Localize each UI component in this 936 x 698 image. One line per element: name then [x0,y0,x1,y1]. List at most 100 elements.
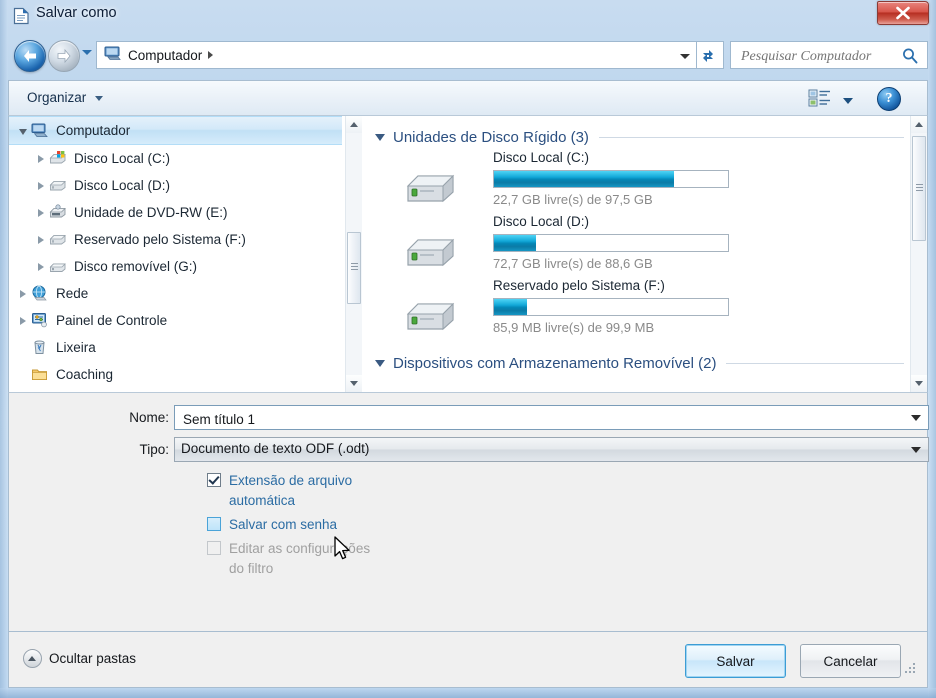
expand-arrow-icon[interactable] [33,178,49,193]
group-header[interactable]: Unidades de Disco Rígido (3) [375,124,912,150]
tree-scroll-up-button[interactable] [346,116,362,133]
drive-usage-fill [494,299,527,315]
address-bar[interactable]: Computador [96,41,696,69]
breadcrumb-computador[interactable]: Computador [126,48,204,63]
group-header[interactable]: Dispositivos com Armazenamento Removível… [375,350,912,376]
drive-usage-fill [494,171,675,187]
expand-arrow-icon[interactable] [33,205,49,220]
file-name-combo[interactable] [174,405,929,430]
expand-arrow-icon[interactable] [33,232,49,247]
chevron-up-icon [915,122,923,127]
file-browser: Computador Disco Local (C:) Disco Local (D… [8,116,928,392]
drive-icon [406,174,455,203]
tree-scroll-down-button[interactable] [346,375,362,392]
content-scroll-down-button[interactable] [911,375,927,392]
content-scrollbar-thumb[interactable] [912,136,926,241]
drive-item[interactable]: Disco Local (D:) 72,7 GB livre(s) de 88,6… [401,214,912,278]
sidebar-item-rede[interactable]: Rede [9,280,342,307]
view-mode-button[interactable] [808,88,853,113]
dvd-drive-icon [49,203,69,222]
sidebar-item-disco-remov-vel-g[interactable]: Disco removível (G:) [9,253,342,280]
sidebar-item-computador[interactable]: Computador [9,116,342,145]
option-row[interactable]: Extensão de arquivo automática [207,471,457,511]
group-title: Dispositivos com Armazenamento Removível… [393,354,717,372]
collapse-arrow-icon[interactable] [375,359,385,367]
expand-arrow-icon[interactable] [15,313,31,328]
checkbox-icon[interactable] [207,473,221,487]
sidebar-item-unidade-de-dvd-rw-e[interactable]: Unidade de DVD-RW (E:) [9,199,342,226]
expand-arrow-icon[interactable] [15,286,31,301]
drive-icon [405,230,457,270]
drive-name: Disco Local (D:) [493,214,590,229]
option-row[interactable]: Salvar com senha [207,515,457,535]
breadcrumb-separator-icon [208,51,214,59]
hide-folders-button[interactable]: Ocultar pastas [23,649,136,668]
drive-usage-text: 22,7 GB livre(s) de 97,5 GB [493,192,653,207]
dvd-drive-icon [49,203,66,217]
tree-scrollbar[interactable] [345,116,362,392]
sidebar-item-label: Painel de Controle [56,313,168,328]
drive-name: Disco Local (C:) [493,150,590,165]
chevron-down-icon [95,95,104,101]
computer-icon [31,122,51,140]
file-name-input[interactable] [181,409,885,429]
recycle-bin-icon [31,339,51,357]
sidebar-item-label: Disco Local (C:) [74,151,171,166]
collapse-arrow-icon[interactable] [15,123,31,138]
tree-scrollbar-thumb[interactable] [347,232,361,304]
help-button[interactable]: ? [877,87,901,111]
chevron-down-icon [680,54,690,59]
save-button[interactable]: Salvar [685,644,786,678]
collapse-arrow-icon[interactable] [375,133,385,141]
resize-grip[interactable] [905,663,917,675]
content-scroll-up-button[interactable] [911,116,927,133]
refresh-button[interactable] [696,41,724,69]
drive-usage-bar [493,234,729,252]
option-label: Extensão de arquivo automática [229,473,353,508]
close-button[interactable] [877,1,929,25]
view-mode-icon [808,88,832,113]
checkbox-icon[interactable] [207,517,221,531]
search-box[interactable] [730,41,928,69]
dialog-footer: Ocultar pastas Salvar Cancelar [8,632,928,688]
chevron-up-circle-icon [23,649,42,668]
drive-item[interactable]: Disco Local (C:) 22,7 GB livre(s) de 97,5… [401,150,912,214]
toolbar: Organizar ? [8,80,928,116]
checkbox-icon [207,541,221,555]
file-type-combo[interactable]: Documento de texto ODF (.odt) [174,437,929,462]
drive-icon [406,302,455,331]
sidebar-item-painel-de-controle[interactable]: Painel de Controle [9,307,342,334]
cancel-button[interactable]: Cancelar [800,644,901,678]
sidebar-item-coaching[interactable]: Coaching [9,361,342,388]
history-dropdown-button[interactable] [82,50,92,55]
window-edge-right [928,0,936,698]
search-input[interactable] [739,46,898,67]
sidebar-item-lixeira[interactable]: Lixeira [9,334,342,361]
file-name-dropdown-button[interactable] [904,406,928,429]
expand-arrow-icon[interactable] [33,151,49,166]
forward-button[interactable] [48,40,80,72]
group-title: Unidades de Disco Rígido (3) [393,128,589,146]
window-edge-left [0,0,8,698]
save-form: Nome: Tipo: Documento de texto ODF (.odt… [8,392,929,632]
drive-icon [49,231,69,249]
title-bar: Salvar como [0,0,936,30]
sidebar-item-disco-local-c[interactable]: Disco Local (C:) [9,145,342,172]
search-icon [901,47,919,70]
content-scrollbar[interactable] [910,116,927,392]
back-button[interactable] [14,40,46,72]
network-icon [31,285,51,303]
folder-icon [32,369,47,380]
hide-folders-label: Ocultar pastas [49,651,137,666]
file-type-dropdown-button[interactable] [904,438,928,461]
drive-usage-fill [494,235,537,251]
save-as-dialog: Salvar como Computador Pesquisar Computa… [0,0,936,698]
expand-arrow-icon[interactable] [33,259,49,274]
sidebar-item-disco-local-d[interactable]: Disco Local (D:) [9,172,342,199]
computer-icon [31,123,48,137]
address-dropdown-button[interactable] [674,41,696,69]
drive-item[interactable]: Reservado pelo Sistema (F:) 85,9 MB livre… [401,278,912,342]
computer-icon [104,45,122,66]
organize-button[interactable]: Organizar [21,88,109,107]
sidebar-item-reservado-pelo-sistema-f[interactable]: Reservado pelo Sistema (F:) [9,226,342,253]
